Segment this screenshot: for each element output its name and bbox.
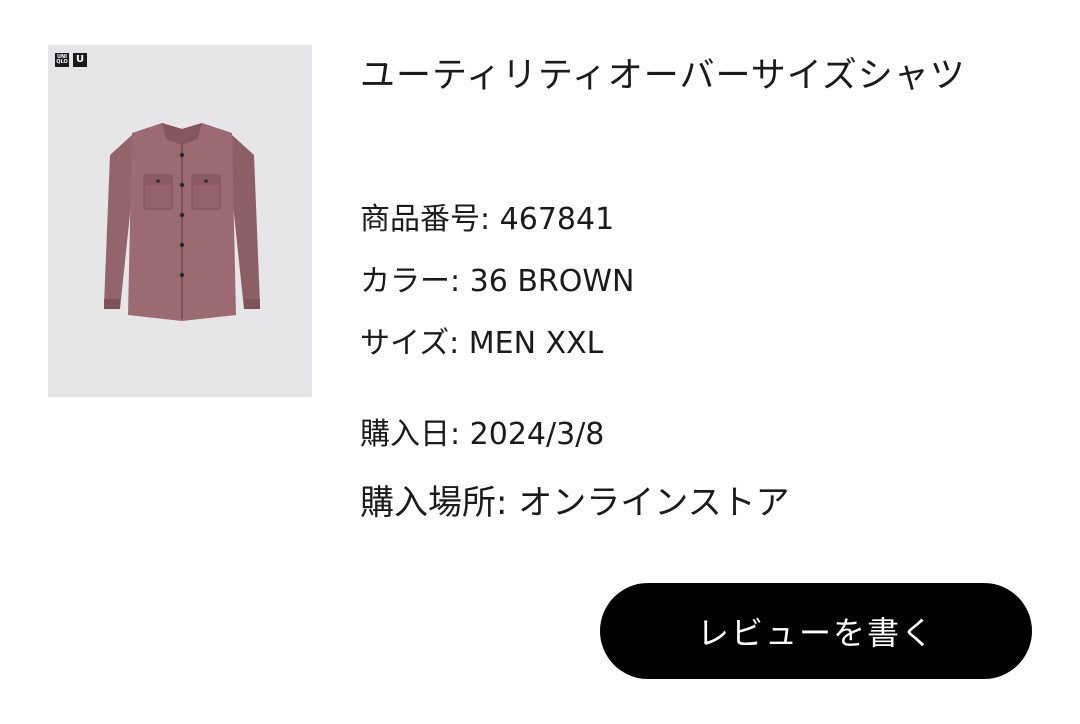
product-code-label: 商品番号: [360,202,491,237]
product-details: ユーティリティオーバーサイズシャツ [360,48,1040,104]
product-image: UNI QLO U [48,45,312,397]
color-value: 36 BROWN [460,264,635,299]
product-title: ユーティリティオーバーサイズシャツ [360,56,966,96]
purchase-place-label: 購入場所: [360,483,508,523]
purchase-place-row: 購入場所: オンラインストア [360,483,790,523]
product-code-row: 商品番号: 467841 [360,200,614,240]
shirt-illustration [104,123,260,321]
size-label: サイズ: [360,326,460,361]
write-review-button[interactable]: レビューを書く [600,583,1032,679]
purchase-date-label: 購入日: [360,417,461,452]
purchase-place-value: オンラインストア [507,483,790,523]
uniqlo-logo: UNI QLO [55,53,69,67]
purchase-date-row: 購入日: 2024/3/8 [360,415,604,455]
u-logo: U [73,53,87,67]
size-value: MEN XXL [459,326,604,361]
color-row: カラー: 36 BROWN [360,262,635,302]
purchase-date-value: 2024/3/8 [460,417,605,452]
color-label: カラー: [360,264,461,299]
brand-logos: UNI QLO U [55,53,87,67]
product-code-value: 467841 [490,202,615,237]
size-row: サイズ: MEN XXL [360,324,603,364]
